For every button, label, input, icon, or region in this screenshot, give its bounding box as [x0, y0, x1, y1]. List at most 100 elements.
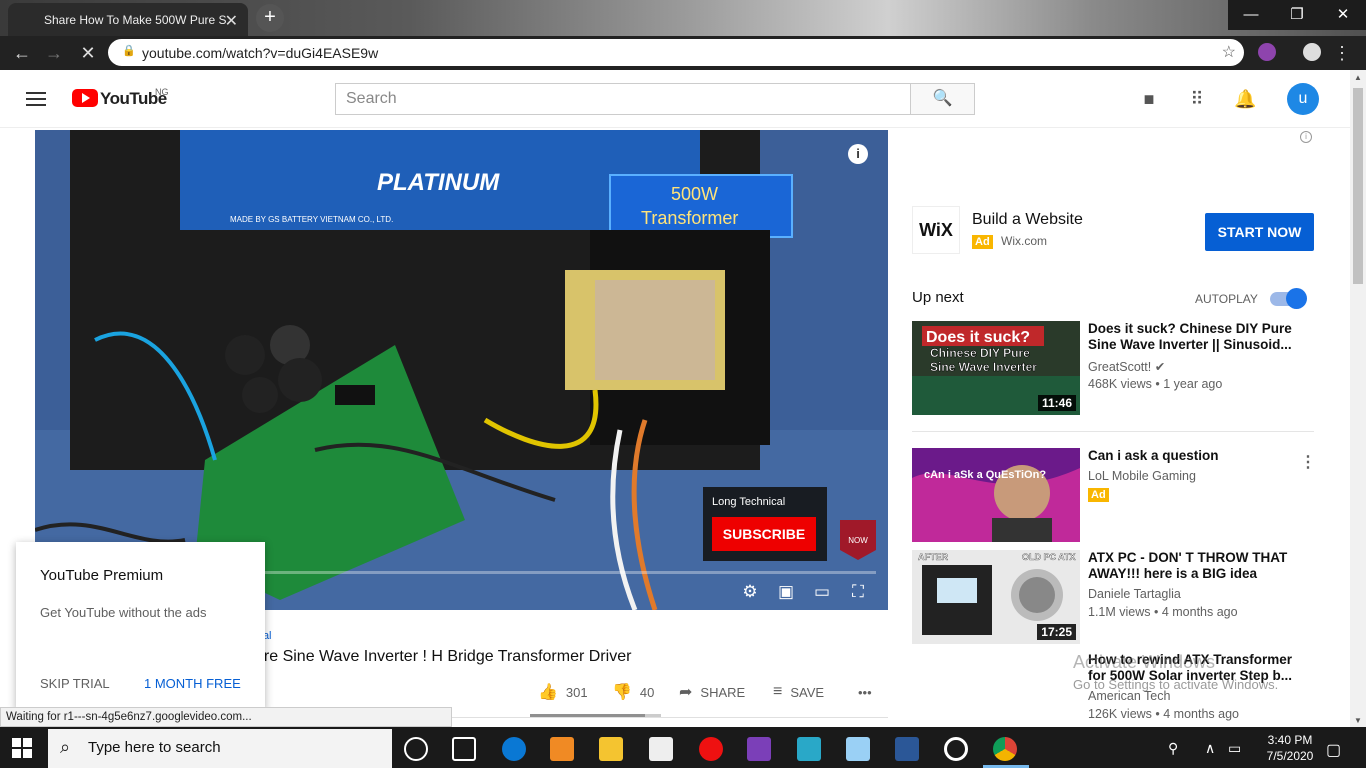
notifications-bell-icon[interactable]: 🔔 [1234, 88, 1256, 110]
edge-browser-icon[interactable] [502, 737, 526, 761]
windows-start-icon[interactable] [12, 738, 32, 758]
more-actions-icon[interactable]: ••• [858, 682, 872, 702]
chrome-icon[interactable] [993, 737, 1017, 761]
restore-icon[interactable]: ❐ [1274, 0, 1320, 30]
account-avatar[interactable]: u [1287, 83, 1319, 115]
overlay-label-1: 500W [671, 184, 718, 204]
subscribe-card: Long Technical SUBSCRIBE [703, 487, 827, 561]
tab-close-icon[interactable]: ✕ [225, 11, 238, 31]
profile-icon[interactable] [1303, 43, 1321, 61]
fullscreen-icon[interactable]: ⛶ [847, 582, 869, 602]
like-button[interactable]: 👍 301 [538, 682, 588, 702]
recommended-video[interactable]: Does it suck? Chinese DIY Pure Sine Wave… [912, 321, 1316, 417]
theater-mode-icon[interactable]: ▭ [811, 582, 833, 602]
new-tab-button[interactable]: + [256, 4, 284, 32]
thumbs-down-icon: 👎 [612, 684, 632, 701]
youtube-logo-icon[interactable] [72, 89, 98, 107]
opera-browser-icon[interactable] [699, 737, 723, 761]
taskbar-search-box[interactable]: ⌕ Type here to search [48, 729, 392, 768]
battery-brand: PLATINUM [377, 169, 500, 196]
notepad-icon[interactable] [649, 737, 673, 761]
battery-sub: MADE BY GS BATTERY VIETNAM CO., LTD. [230, 215, 393, 224]
taskbar-search-placeholder: Type here to search [88, 739, 221, 756]
minimize-icon[interactable]: — [1228, 0, 1274, 30]
autoplay-toggle[interactable] [1270, 288, 1307, 309]
video-title[interactable]: Can i ask a question [1088, 448, 1298, 464]
page-scrollbar[interactable]: ▲ ▼ [1350, 70, 1366, 727]
separator [912, 431, 1314, 432]
ad-title[interactable]: Build a Website [972, 211, 1083, 229]
scroll-up-icon[interactable]: ▲ [1354, 73, 1362, 82]
browser-tab[interactable]: Share How To Make 500W Pure S ✕ [8, 3, 248, 36]
thumb-text: AFTER [918, 552, 948, 562]
visual-studio-icon[interactable] [747, 737, 771, 761]
guide-menu-icon[interactable] [26, 92, 46, 106]
stop-loading-icon[interactable]: ✕ [76, 41, 100, 65]
up-next-heading: Up next [912, 289, 964, 306]
save-label: SAVE [790, 684, 825, 700]
file-explorer-icon[interactable] [599, 737, 623, 761]
apps-grid-icon[interactable]: ⠿ [1186, 88, 1208, 110]
video-thumbnail[interactable]: Does it suck? Chinese DIY Pure Sine Wave… [912, 321, 1080, 415]
ad-info-icon[interactable]: i [1300, 131, 1312, 143]
scroll-down-icon[interactable]: ▼ [1354, 716, 1362, 725]
video-thumbnail[interactable]: cAn i aSk a QuEsTiOn? [912, 448, 1080, 542]
miniplayer-icon[interactable]: ▣ [775, 582, 797, 602]
cortana-icon[interactable] [404, 737, 428, 761]
media-player-icon[interactable] [550, 737, 574, 761]
people-icon[interactable]: ⚲ [1168, 740, 1178, 757]
channel-name: Daniele Tartaglia [1088, 587, 1181, 601]
start-now-button[interactable]: START NOW [1205, 213, 1314, 251]
obs-icon[interactable] [944, 737, 968, 761]
video-title: ure Sine Wave Inverter ! H Bridge Transf… [255, 648, 632, 665]
extension-icon[interactable] [1258, 43, 1276, 61]
wix-logo[interactable]: WiX [912, 206, 960, 254]
thumb-text: Does it suck? [926, 329, 1030, 346]
recommended-video[interactable]: AFTER OLD PC ATX 17:25 ATX PC - DON' T T… [912, 550, 1316, 646]
video-title[interactable]: ATX PC - DON' T THROW THAT AWAY!!! here … [1088, 550, 1298, 582]
video-thumbnail[interactable]: AFTER OLD PC ATX 17:25 [912, 550, 1080, 644]
subscribe-channel: Long Technical [712, 496, 786, 508]
share-button[interactable]: ➦ SHARE [679, 682, 745, 702]
dislike-button[interactable]: 👎 40 [612, 682, 654, 702]
browser-menu-icon[interactable]: ⋮ [1330, 41, 1354, 65]
share-label: SHARE [700, 684, 746, 700]
window-app-icon[interactable] [846, 737, 870, 761]
more-options-icon[interactable]: ⋮ [1300, 452, 1316, 472]
back-icon[interactable]: ← [10, 41, 34, 65]
activate-windows-watermark: Activate Windows [1073, 652, 1216, 672]
subscribe-button[interactable]: SUBSCRIBE [712, 517, 816, 551]
save-button[interactable]: ≡ SAVE [773, 682, 824, 702]
app-icon[interactable] [797, 737, 821, 761]
search-button[interactable]: 🔍 [910, 83, 975, 115]
taskbar-clock[interactable]: 3:40 PM 7/5/2020 [1260, 732, 1320, 764]
thumb-text: Sine Wave Inverter [930, 360, 1037, 374]
recommended-video-ad[interactable]: cAn i aSk a QuEsTiOn? Can i ask a questi… [912, 448, 1316, 544]
premium-title: YouTube Premium [40, 567, 164, 584]
task-view-icon[interactable] [452, 737, 476, 761]
close-window-icon[interactable]: ✕ [1320, 0, 1366, 30]
one-month-free-button[interactable]: 1 MONTH FREE [144, 676, 241, 691]
lock-icon: 🔒 [122, 45, 136, 57]
skip-trial-button[interactable]: SKIP TRIAL [40, 676, 110, 691]
thumb-text: cAn i aSk a QuEsTiOn? [924, 469, 1046, 481]
bookmark-star-icon[interactable]: ☆ [1222, 42, 1236, 62]
settings-gear-icon[interactable]: ⚙ [739, 582, 761, 602]
notification-center-icon[interactable]: ▢ [1326, 740, 1341, 760]
scrollbar-thumb[interactable] [1353, 88, 1363, 284]
thumbs-up-icon: 👍 [538, 684, 558, 701]
create-video-icon[interactable]: ■ [1138, 88, 1160, 110]
url-bar[interactable]: 🔒 youtube.com/watch?v=duGi4EASE9w ☆ [108, 39, 1244, 66]
word-icon[interactable] [895, 737, 919, 761]
search-input[interactable]: Search [335, 83, 911, 115]
share-arrow-icon: ➦ [679, 684, 693, 701]
battery-icon[interactable]: ▭ [1228, 740, 1241, 757]
video-meta: 126K views • 4 months ago [1088, 707, 1239, 721]
video-info-icon[interactable]: i [848, 144, 868, 164]
video-meta: 468K views • 1 year ago [1088, 377, 1223, 391]
forward-icon[interactable]: → [42, 41, 66, 65]
like-count: 301 [565, 684, 588, 700]
overlay-label-2: Transformer [641, 208, 738, 228]
tray-chevron-icon[interactable]: ∧ [1205, 740, 1215, 757]
video-title[interactable]: Does it suck? Chinese DIY Pure Sine Wave… [1088, 321, 1298, 353]
